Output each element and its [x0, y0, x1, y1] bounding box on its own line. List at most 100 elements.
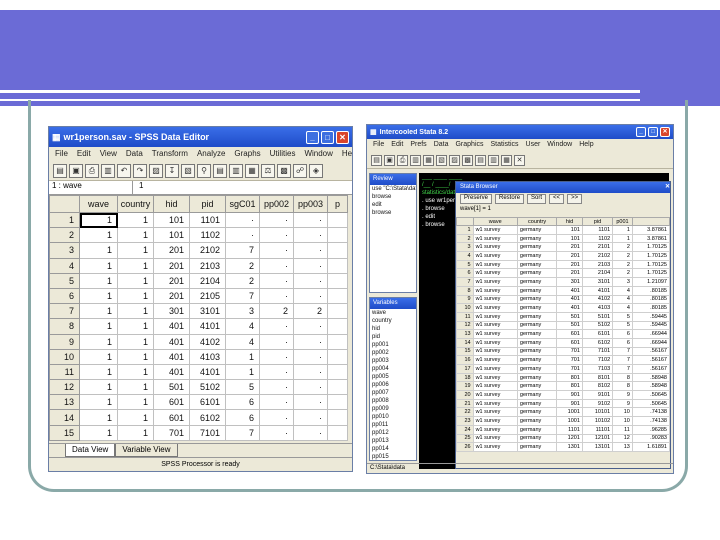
data-cell[interactable]: germany [516, 259, 558, 270]
data-cell[interactable]: 5 [225, 379, 260, 396]
data-cell[interactable]: · [225, 211, 260, 229]
data-cell[interactable]: 4102 [189, 333, 226, 350]
data-cell[interactable]: 5102 [189, 379, 226, 396]
data-cell[interactable]: 1 [117, 409, 154, 426]
table-row[interactable]: 5 w1 survey germany 201 2103 2 1.70125 [456, 259, 670, 270]
data-cell[interactable]: 1 [117, 379, 154, 396]
insert-variable-icon[interactable]: ▥ [229, 164, 243, 178]
data-cell[interactable]: w1 survey [472, 424, 518, 435]
select-cases-icon[interactable]: ▩ [277, 164, 291, 178]
data-cell[interactable]: · [259, 318, 294, 335]
close-icon[interactable]: ✕ [665, 182, 670, 193]
data-cell[interactable] [327, 272, 348, 289]
data-cell[interactable]: 1 [117, 272, 154, 289]
data-cell[interactable]: 101 [153, 227, 190, 244]
column-header[interactable]: country [117, 195, 154, 213]
data-cell[interactable]: 1101 [189, 211, 226, 229]
browser-button[interactable]: Preserve [460, 194, 493, 204]
data-cell[interactable]: w1 survey [472, 259, 518, 270]
data-cell[interactable]: 701 [556, 355, 583, 365]
tab-data-view[interactable]: Data View [65, 444, 116, 457]
data-cell[interactable]: w1 survey [472, 233, 518, 244]
menu-item[interactable]: File [373, 141, 384, 151]
data-cell[interactable]: 4103 [189, 348, 226, 365]
spss-titlebar[interactable]: ▦ wr1person.sav - SPSS Data Editor _ □ ✕ [49, 127, 352, 147]
data-cell[interactable]: 301 [556, 277, 583, 287]
data-cell[interactable]: .56167 [631, 355, 670, 365]
data-cell[interactable]: · [259, 424, 294, 441]
undo-icon[interactable]: ↶ [117, 164, 131, 178]
menu-item[interactable]: Edit [391, 141, 403, 151]
data-cell[interactable]: w1 survey [472, 225, 518, 235]
data-cell[interactable]: 4102 [581, 294, 614, 305]
data-cell[interactable]: 501 [153, 379, 190, 396]
tab-variable-view[interactable]: Variable View [115, 444, 178, 457]
data-cell[interactable]: 6101 [581, 329, 614, 339]
data-cell[interactable]: germany [516, 390, 558, 400]
data-cell[interactable]: .90283 [631, 433, 670, 444]
row-number[interactable]: 11 [49, 363, 80, 381]
data-cell[interactable]: 101 [556, 225, 583, 235]
data-cell[interactable]: 5102 [581, 320, 614, 331]
weight-cases-icon[interactable]: ⚖ [261, 164, 275, 178]
data-cell[interactable]: 1 [79, 409, 118, 426]
data-cell[interactable]: 1.70125 [631, 259, 670, 270]
column-header[interactable]: pid [189, 195, 226, 213]
data-cell[interactable]: · [259, 272, 294, 289]
data-cell[interactable]: 1201 [556, 433, 583, 444]
data-cell[interactable] [327, 227, 348, 244]
menu-item[interactable]: Data [126, 149, 143, 159]
data-cell[interactable]: 3 [225, 303, 260, 320]
viewer-icon[interactable]: ▦ [423, 155, 434, 166]
menu-item[interactable]: Edit [77, 149, 91, 159]
table-row[interactable]: 12 w1 survey germany 501 5102 5.59445 [456, 320, 670, 331]
data-cell[interactable]: 7 [612, 364, 633, 374]
row-number[interactable]: 2 [49, 227, 80, 244]
variables-icon[interactable]: ▧ [181, 164, 195, 178]
data-cell[interactable]: 7101 [581, 346, 614, 357]
table-row[interactable]: 10 1 1 401 4103 1 · · [49, 348, 348, 365]
variable-item[interactable]: hid [370, 325, 416, 333]
column-header[interactable]: hid [556, 217, 583, 226]
data-cell[interactable]: 1 [79, 363, 118, 381]
data-cell[interactable]: w1 survey [472, 433, 518, 444]
variable-item[interactable]: pp001 [370, 341, 416, 349]
do-file-icon[interactable]: ▩ [462, 155, 473, 166]
data-cell[interactable]: · [293, 348, 328, 365]
data-cell[interactable]: · [293, 257, 328, 274]
data-cell[interactable]: 801 [556, 372, 583, 383]
data-cell[interactable]: 5101 [581, 311, 614, 322]
data-cell[interactable]: 1 [225, 348, 260, 365]
table-row[interactable]: 4 1 1 201 2103 2 · · [49, 257, 348, 274]
data-cell[interactable]: 2102 [581, 251, 614, 261]
data-cell[interactable]: w1 survey [472, 303, 518, 313]
data-cell[interactable]: .74138 [631, 416, 670, 426]
data-cell[interactable]: 1102 [189, 227, 226, 244]
data-cell[interactable] [327, 333, 348, 350]
data-cell[interactable]: 1.61891 [631, 442, 670, 452]
data-cell[interactable]: 1101 [556, 424, 583, 435]
row-number[interactable]: 4 [456, 251, 474, 261]
data-cell[interactable]: · [293, 424, 328, 441]
data-cell[interactable]: 1 [79, 303, 118, 320]
data-cell[interactable]: germany [516, 277, 558, 287]
variable-item[interactable]: pid [370, 333, 416, 341]
row-number[interactable]: 10 [456, 303, 474, 313]
table-row[interactable]: 8 1 1 401 4101 4 · · [49, 318, 348, 335]
browser-button[interactable]: Sort [527, 194, 547, 204]
row-number[interactable]: 8 [456, 285, 474, 296]
row-number[interactable]: 15 [456, 346, 474, 357]
data-cell[interactable]: · [259, 348, 294, 365]
variable-item[interactable]: pp002 [370, 349, 416, 357]
data-cell[interactable]: 7102 [581, 355, 614, 365]
variable-item[interactable]: pp010 [370, 413, 416, 421]
data-cell[interactable] [327, 257, 348, 274]
menu-item[interactable]: Transform [152, 149, 188, 159]
menu-item[interactable]: File [55, 149, 68, 159]
variable-item[interactable]: pp006 [370, 381, 416, 389]
results-icon[interactable]: ▧ [436, 155, 447, 166]
data-cell[interactable]: germany [516, 424, 558, 435]
data-cell[interactable]: w1 survey [472, 242, 518, 253]
data-cell[interactable]: · [259, 363, 294, 381]
table-row[interactable]: 13 1 1 601 6101 6 · · [49, 394, 348, 411]
